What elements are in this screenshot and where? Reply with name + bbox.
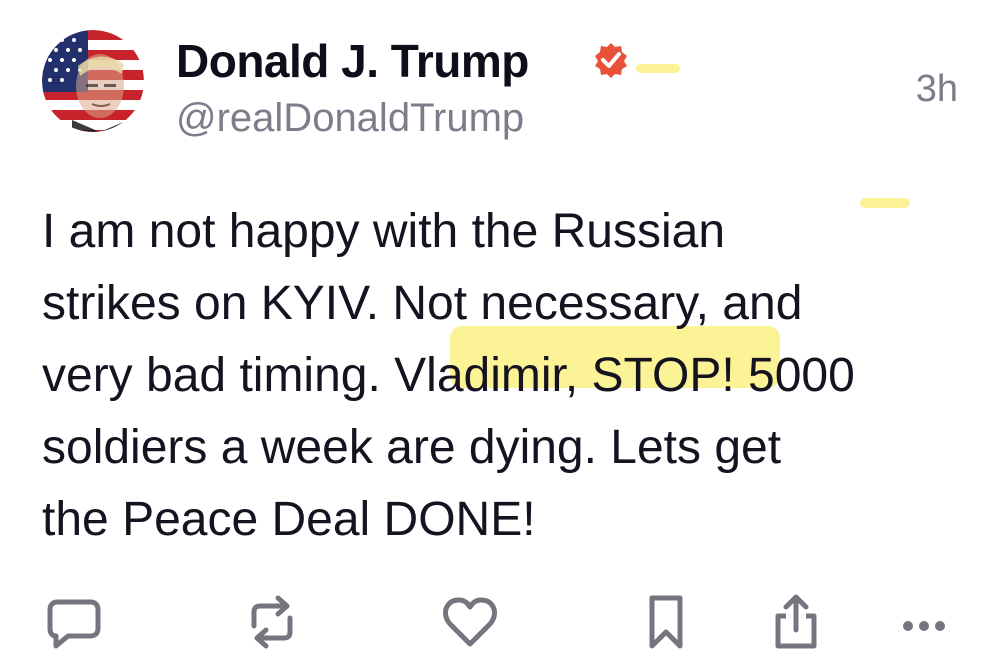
post-timestamp[interactable]: 3h bbox=[916, 68, 958, 111]
bookmark-icon bbox=[649, 595, 683, 649]
author-handle[interactable]: @realDonaldTrump bbox=[176, 96, 524, 141]
reply-button[interactable] bbox=[42, 590, 106, 654]
bookmark-button[interactable] bbox=[634, 590, 698, 654]
speech-bubble-icon bbox=[47, 599, 101, 649]
share-icon bbox=[775, 594, 817, 649]
verified-badge-icon bbox=[595, 43, 627, 78]
author-display-name[interactable]: Donald J. Trump bbox=[176, 34, 529, 88]
repost-arrows-icon bbox=[251, 595, 293, 649]
heart-icon bbox=[443, 597, 497, 647]
post-text: I am not happy with the Russian strikes … bbox=[42, 205, 855, 546]
avatar-image bbox=[42, 30, 144, 132]
ellipsis-icon bbox=[903, 621, 945, 631]
like-button[interactable] bbox=[438, 590, 502, 654]
author-avatar[interactable] bbox=[42, 30, 144, 132]
share-button[interactable] bbox=[764, 590, 828, 654]
more-options-button[interactable] bbox=[892, 590, 956, 654]
repost-button[interactable] bbox=[240, 590, 304, 654]
post-action-bar bbox=[0, 590, 1000, 660]
highlighter-mark bbox=[636, 64, 680, 73]
